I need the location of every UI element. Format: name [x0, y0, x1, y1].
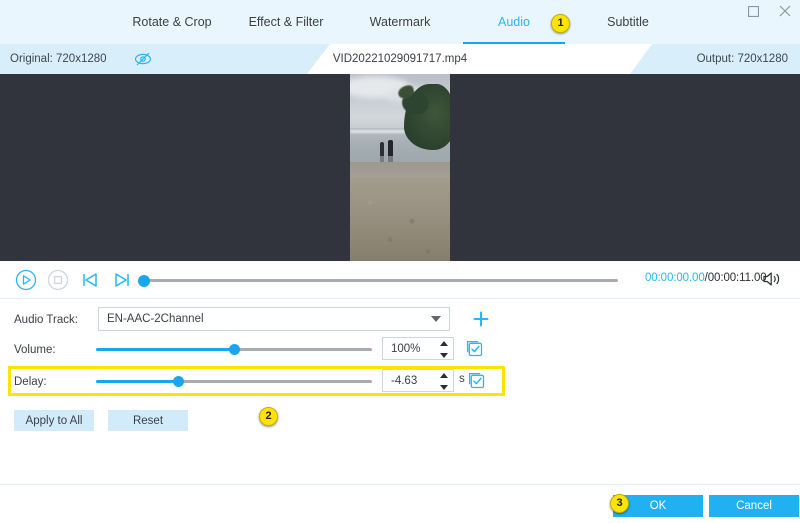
play-icon[interactable] — [14, 268, 38, 292]
volume-slider-fill — [96, 348, 234, 351]
stop-icon[interactable] — [46, 268, 70, 292]
tab-watermark[interactable]: Watermark — [343, 0, 457, 44]
reset-label: Reset — [133, 415, 163, 427]
delay-slider-knob[interactable] — [173, 376, 184, 387]
reset-button[interactable]: Reset — [108, 410, 188, 431]
preview-person-reflection — [388, 156, 393, 162]
callout-badge-3: 3 — [610, 494, 629, 513]
speaker-icon[interactable] — [762, 270, 782, 288]
output-resolution-chip: Output: 720x1280 — [630, 44, 800, 74]
stepper-up-icon[interactable] — [440, 341, 448, 346]
add-audio-track-button[interactable] — [470, 308, 492, 330]
dialog-footer: OK Cancel — [0, 484, 800, 523]
form-action-buttons: Apply to All Reset — [14, 410, 188, 431]
preview-person — [388, 140, 393, 156]
timeline-playhead[interactable] — [138, 275, 150, 287]
video-preview-area[interactable] — [0, 74, 800, 261]
preview-person — [380, 142, 384, 156]
apply-to-all-button[interactable]: Apply to All — [14, 410, 94, 431]
output-resolution-label: Output: 720x1280 — [697, 53, 788, 65]
stepper-up-icon[interactable] — [440, 373, 448, 378]
stepper-down-icon[interactable] — [440, 385, 448, 390]
audio-track-row: Audio Track: EN-AAC-2Channel — [0, 307, 800, 333]
delay-input[interactable]: -4.63 — [382, 369, 454, 392]
delay-label: Delay: — [14, 376, 47, 388]
info-strip: Original: 720x1280 VID20221029091717.mp4… — [0, 44, 800, 74]
tab-label: Effect & Filter — [249, 15, 324, 29]
ok-label: OK — [650, 500, 667, 512]
volume-row: Volume: 100% — [0, 337, 800, 363]
delay-unit-label: s — [459, 373, 465, 385]
delay-value: -4.63 — [391, 375, 417, 387]
previous-frame-icon[interactable] — [78, 268, 102, 292]
time-display: 00:00:00.00/00:00:11.00 — [645, 272, 767, 284]
close-icon[interactable] — [776, 2, 794, 20]
original-resolution-label: Original: 720x1280 — [10, 53, 107, 65]
audio-track-label: Audio Track: — [14, 314, 78, 326]
volume-input[interactable]: 100% — [382, 337, 454, 360]
delay-stepper[interactable] — [439, 373, 448, 390]
maximize-icon[interactable] — [744, 2, 762, 20]
audio-track-select[interactable]: EN-AAC-2Channel — [98, 307, 450, 331]
cancel-label: Cancel — [736, 500, 772, 512]
video-frame — [350, 74, 450, 261]
file-name-label: VID20221029091717.mp4 — [333, 53, 467, 65]
volume-slider-knob[interactable] — [229, 344, 240, 355]
playback-timeline[interactable] — [138, 279, 618, 283]
timeline-track[interactable] — [138, 279, 618, 282]
volume-label: Volume: — [14, 344, 56, 356]
volume-slider[interactable] — [96, 348, 372, 352]
tab-effect-filter[interactable]: Effect & Filter — [229, 0, 343, 44]
callout-badge-1: 1 — [551, 14, 570, 33]
video-converter-window: Rotate & Crop Effect & Filter Watermark … — [0, 0, 800, 523]
tab-list: Rotate & Crop Effect & Filter Watermark … — [115, 0, 685, 44]
tab-rotate-crop[interactable]: Rotate & Crop — [115, 0, 229, 44]
preview-sand-texture — [350, 178, 450, 261]
tab-label: Watermark — [370, 15, 431, 29]
tab-label: Subtitle — [607, 15, 649, 29]
volume-slider-track[interactable] — [234, 348, 372, 351]
audio-track-value: EN-AAC-2Channel — [107, 313, 204, 325]
window-controls — [744, 0, 794, 22]
original-resolution-chip: Original: 720x1280 — [0, 44, 330, 74]
tab-label: Rotate & Crop — [132, 15, 211, 29]
tab-bar: Rotate & Crop Effect & Filter Watermark … — [0, 0, 800, 44]
chevron-down-icon[interactable] — [431, 316, 441, 322]
stepper-down-icon[interactable] — [440, 353, 448, 358]
volume-value: 100% — [391, 343, 420, 355]
apply-to-all-label: Apply to All — [26, 415, 83, 427]
cancel-button[interactable]: Cancel — [709, 495, 799, 517]
delay-reset-checkbox-icon[interactable] — [468, 372, 485, 389]
delay-slider-fill — [96, 380, 179, 383]
total-time: 00:00:11.00 — [708, 272, 767, 284]
volume-reset-checkbox-icon[interactable] — [466, 340, 483, 357]
volume-stepper[interactable] — [439, 341, 448, 358]
preview-person-reflection — [380, 156, 384, 162]
delay-slider-track[interactable] — [179, 380, 372, 383]
delay-slider[interactable] — [96, 380, 372, 384]
player-controls-bar: 00:00:00.00/00:00:11.00 — [0, 261, 800, 299]
eye-slash-icon[interactable] — [133, 50, 153, 68]
callout-badge-2: 2 — [259, 407, 278, 426]
delay-row: Delay: -4.63 s — [0, 369, 800, 395]
tab-subtitle[interactable]: Subtitle — [571, 0, 685, 44]
next-frame-icon[interactable] — [110, 268, 134, 292]
current-time: 00:00:00.00 — [645, 272, 705, 284]
tab-label: Audio — [498, 15, 530, 29]
